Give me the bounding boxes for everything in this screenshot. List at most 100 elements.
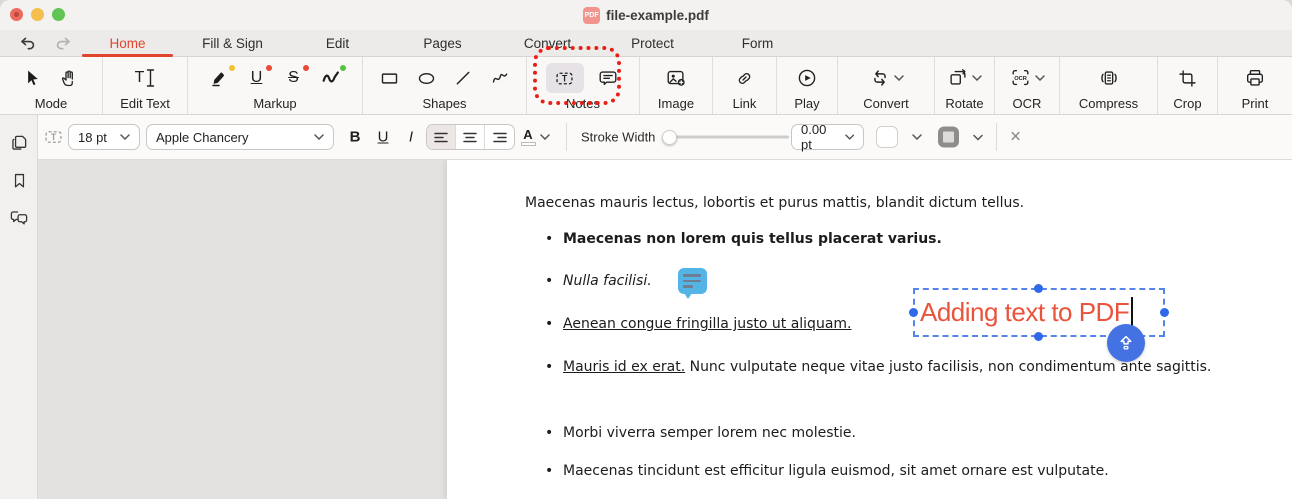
tab-convert[interactable]: Convert xyxy=(495,30,600,57)
stroke-width-slider[interactable] xyxy=(664,136,789,139)
bullet-marker: • xyxy=(545,268,563,294)
close-format-bar-button[interactable]: × xyxy=(1010,128,1021,147)
text-box-tool-button[interactable]: T xyxy=(546,63,584,93)
ocr-button[interactable]: OCR xyxy=(1009,67,1045,89)
resize-handle-top[interactable] xyxy=(1034,284,1043,293)
fill-color-swatch xyxy=(876,126,898,148)
convert-icon xyxy=(869,67,891,89)
align-right-button[interactable] xyxy=(485,125,514,149)
bullet-marker: • xyxy=(545,354,563,380)
group-convert: Convert xyxy=(838,57,935,114)
resize-handle-bottom[interactable] xyxy=(1034,332,1043,341)
bullet-marker: • xyxy=(545,458,563,484)
rotate-button[interactable] xyxy=(947,67,982,89)
font-color-button[interactable]: A xyxy=(516,128,554,146)
chevron-down-icon xyxy=(973,134,983,140)
crop-button[interactable] xyxy=(1175,65,1201,91)
export-text-box-button[interactable] xyxy=(1107,324,1145,362)
add-image-icon xyxy=(665,67,687,89)
highlight-tool-button[interactable] xyxy=(207,65,233,91)
divider xyxy=(566,123,567,151)
strikeout-color-dot xyxy=(303,65,309,71)
compress-button[interactable] xyxy=(1096,65,1122,91)
ellipse-shape-button[interactable] xyxy=(413,65,439,91)
scribble-shape-button[interactable] xyxy=(487,65,513,91)
print-button[interactable] xyxy=(1242,65,1268,91)
convert-button[interactable] xyxy=(869,67,904,89)
page-thumbnails-button[interactable] xyxy=(6,129,32,155)
rectangle-shape-button[interactable] xyxy=(376,65,402,91)
bullet-marker: • xyxy=(545,420,563,446)
resize-handle-left[interactable] xyxy=(909,308,918,317)
strikeout-tool-button[interactable]: S xyxy=(281,65,307,91)
align-right-icon xyxy=(493,132,507,143)
border-color-button[interactable] xyxy=(938,127,983,148)
stroke-width-slider-knob[interactable] xyxy=(662,130,677,145)
tab-protect[interactable]: Protect xyxy=(600,30,705,57)
group-mode: Mode xyxy=(0,57,103,114)
tab-home[interactable]: Home xyxy=(75,30,180,57)
text-box-icon: T xyxy=(553,68,576,89)
comment-note-button[interactable] xyxy=(595,65,621,91)
italic-button[interactable]: I xyxy=(400,129,422,146)
align-center-button[interactable] xyxy=(456,125,485,149)
fill-color-button[interactable] xyxy=(876,126,922,148)
link-button[interactable] xyxy=(732,65,758,91)
tab-edit[interactable]: Edit xyxy=(285,30,390,57)
note-annotation[interactable] xyxy=(678,268,707,294)
highlight-color-dot xyxy=(229,65,235,71)
rectangle-icon xyxy=(379,68,400,89)
compress-icon xyxy=(1098,67,1120,89)
font-family-dropdown[interactable]: Apple Chancery xyxy=(146,124,334,150)
group-image: Image xyxy=(640,57,713,114)
undo-button[interactable] xyxy=(16,33,38,55)
title-bar: PDF file-example.pdf xyxy=(0,0,1292,30)
stroke-width-label: Stroke Width xyxy=(581,130,655,145)
add-image-button[interactable] xyxy=(663,65,689,91)
bullet-text: Maecenas non lorem quis tellus placerat … xyxy=(563,226,1245,252)
note-annotation-tail xyxy=(684,293,692,299)
bookmarks-button[interactable] xyxy=(6,167,32,193)
play-button[interactable] xyxy=(794,65,820,91)
resize-handle-right[interactable] xyxy=(1160,308,1169,317)
chevron-down-icon xyxy=(540,134,550,140)
pointer-mode-button[interactable] xyxy=(20,65,46,91)
bookmark-icon xyxy=(10,170,29,191)
line-icon xyxy=(453,68,474,89)
text-format-bar: T 18 pt Apple Chancery B U I A xyxy=(38,115,1292,160)
draw-color-dot xyxy=(340,65,346,71)
group-ocr: OCR OCR xyxy=(995,57,1060,114)
close-icon: × xyxy=(1010,127,1021,148)
bullet-text: Morbi viverra semper lorem nec molestie. xyxy=(563,420,1245,446)
edit-text-icon: T xyxy=(135,70,145,86)
tab-pages[interactable]: Pages xyxy=(390,30,495,57)
paragraph-intro: Maecenas mauris lectus, lobortis et puru… xyxy=(525,190,1024,216)
hand-mode-button[interactable] xyxy=(57,65,83,91)
redo-icon xyxy=(54,34,73,53)
underline-button[interactable]: U xyxy=(372,129,394,146)
window-title: PDF file-example.pdf xyxy=(0,0,1292,30)
tab-form[interactable]: Form xyxy=(705,30,810,57)
bullet-text-underlined: Mauris id ex erat. xyxy=(563,359,685,375)
bold-button[interactable]: B xyxy=(344,129,366,146)
group-label-ocr: OCR xyxy=(1013,96,1042,111)
comments-panel-button[interactable] xyxy=(6,205,32,231)
list-item: • Maecenas non lorem quis tellus placera… xyxy=(545,226,1245,252)
underline-tool-button[interactable]: U xyxy=(244,65,270,91)
font-size-dropdown[interactable]: 18 pt xyxy=(68,124,140,150)
comment-icon xyxy=(597,67,619,89)
align-left-button[interactable] xyxy=(427,125,456,149)
group-label-notes: Notes xyxy=(566,96,600,111)
divider xyxy=(996,123,997,151)
list-item: • Morbi viverra semper lorem nec molesti… xyxy=(545,420,1245,446)
bullet-text: Maecenas tincidunt est efficitur ligula … xyxy=(563,458,1245,484)
edit-text-button[interactable]: T xyxy=(128,65,162,91)
text-box-mode-indicator[interactable]: T xyxy=(42,127,65,148)
font-color-icon: A xyxy=(521,128,536,146)
tab-fill-and-sign[interactable]: Fill & Sign xyxy=(180,30,285,57)
line-shape-button[interactable] xyxy=(450,65,476,91)
draw-tool-button[interactable] xyxy=(318,65,344,91)
stroke-width-dropdown[interactable]: 0.00 pt xyxy=(791,124,864,150)
redo-button[interactable] xyxy=(52,33,74,55)
bullet-text: Mauris id ex erat. Nunc vulputate neque … xyxy=(563,354,1245,380)
